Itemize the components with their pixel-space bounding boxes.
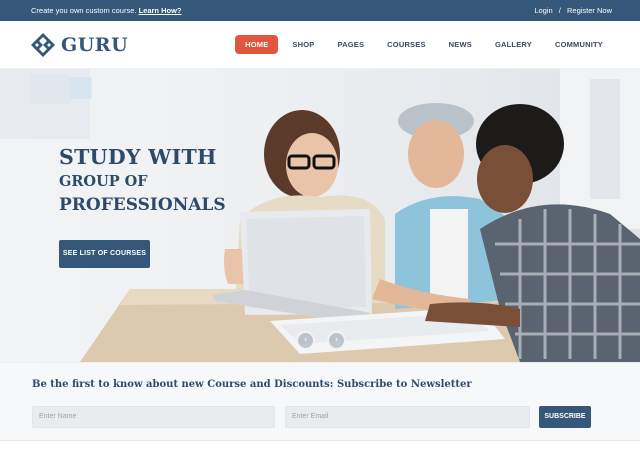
footer-divider bbox=[0, 440, 640, 450]
promo-text: Create you own custom course. bbox=[31, 6, 137, 15]
hero-slider: STUDY WITH GROUP OF PROFESSIONALS SEE LI… bbox=[0, 69, 640, 362]
nav-courses[interactable]: COURSES bbox=[378, 35, 435, 54]
nav-shop[interactable]: SHOP bbox=[283, 35, 323, 54]
logo-text: GURU bbox=[61, 34, 129, 56]
account-separator: / bbox=[558, 6, 561, 15]
hero-title-line1: STUDY WITH bbox=[59, 145, 217, 169]
see-courses-button[interactable]: SEE LIST OF COURSES bbox=[59, 240, 150, 268]
newsletter-title: Be the first to know about new Course an… bbox=[32, 379, 472, 390]
hero-title-line2: GROUP OF bbox=[59, 173, 148, 190]
login-link[interactable]: Login bbox=[534, 6, 552, 15]
nav-gallery[interactable]: GALLERY bbox=[486, 35, 541, 54]
diamond-logo-icon bbox=[31, 33, 55, 57]
promo-area: Create you own custom course. Learn How? bbox=[31, 6, 181, 15]
subscribe-button[interactable]: SUBSCRIBE bbox=[539, 406, 591, 428]
nav-news[interactable]: NEWS bbox=[440, 35, 481, 54]
learn-how-link[interactable]: Learn How? bbox=[139, 6, 182, 15]
name-input[interactable]: Enter Name bbox=[32, 406, 275, 428]
top-bar: Create you own custom course. Learn How?… bbox=[0, 0, 640, 21]
site-logo[interactable]: GURU bbox=[31, 32, 128, 58]
nav-community[interactable]: COMMUNITY bbox=[546, 35, 612, 54]
slider-next-icon[interactable]: › bbox=[327, 331, 346, 350]
main-nav: HOME SHOP PAGES COURSES NEWS GALLERY COM… bbox=[230, 35, 612, 54]
nav-pages[interactable]: PAGES bbox=[328, 35, 373, 54]
slider-controls: ‹ › bbox=[296, 331, 358, 350]
email-input[interactable]: Enter Email bbox=[285, 406, 530, 428]
hero-headline: STUDY WITH GROUP OF PROFESSIONALS bbox=[59, 145, 226, 217]
newsletter-section: Be the first to know about new Course an… bbox=[0, 362, 640, 450]
site-header: GURU HOME SHOP PAGES COURSES NEWS GALLER… bbox=[0, 21, 640, 69]
slider-prev-icon[interactable]: ‹ bbox=[296, 331, 315, 350]
account-links: Login / Register Now bbox=[534, 6, 612, 15]
hero-title-line3: PROFESSIONALS bbox=[59, 195, 226, 215]
register-link[interactable]: Register Now bbox=[567, 6, 612, 15]
nav-home[interactable]: HOME bbox=[235, 35, 279, 54]
